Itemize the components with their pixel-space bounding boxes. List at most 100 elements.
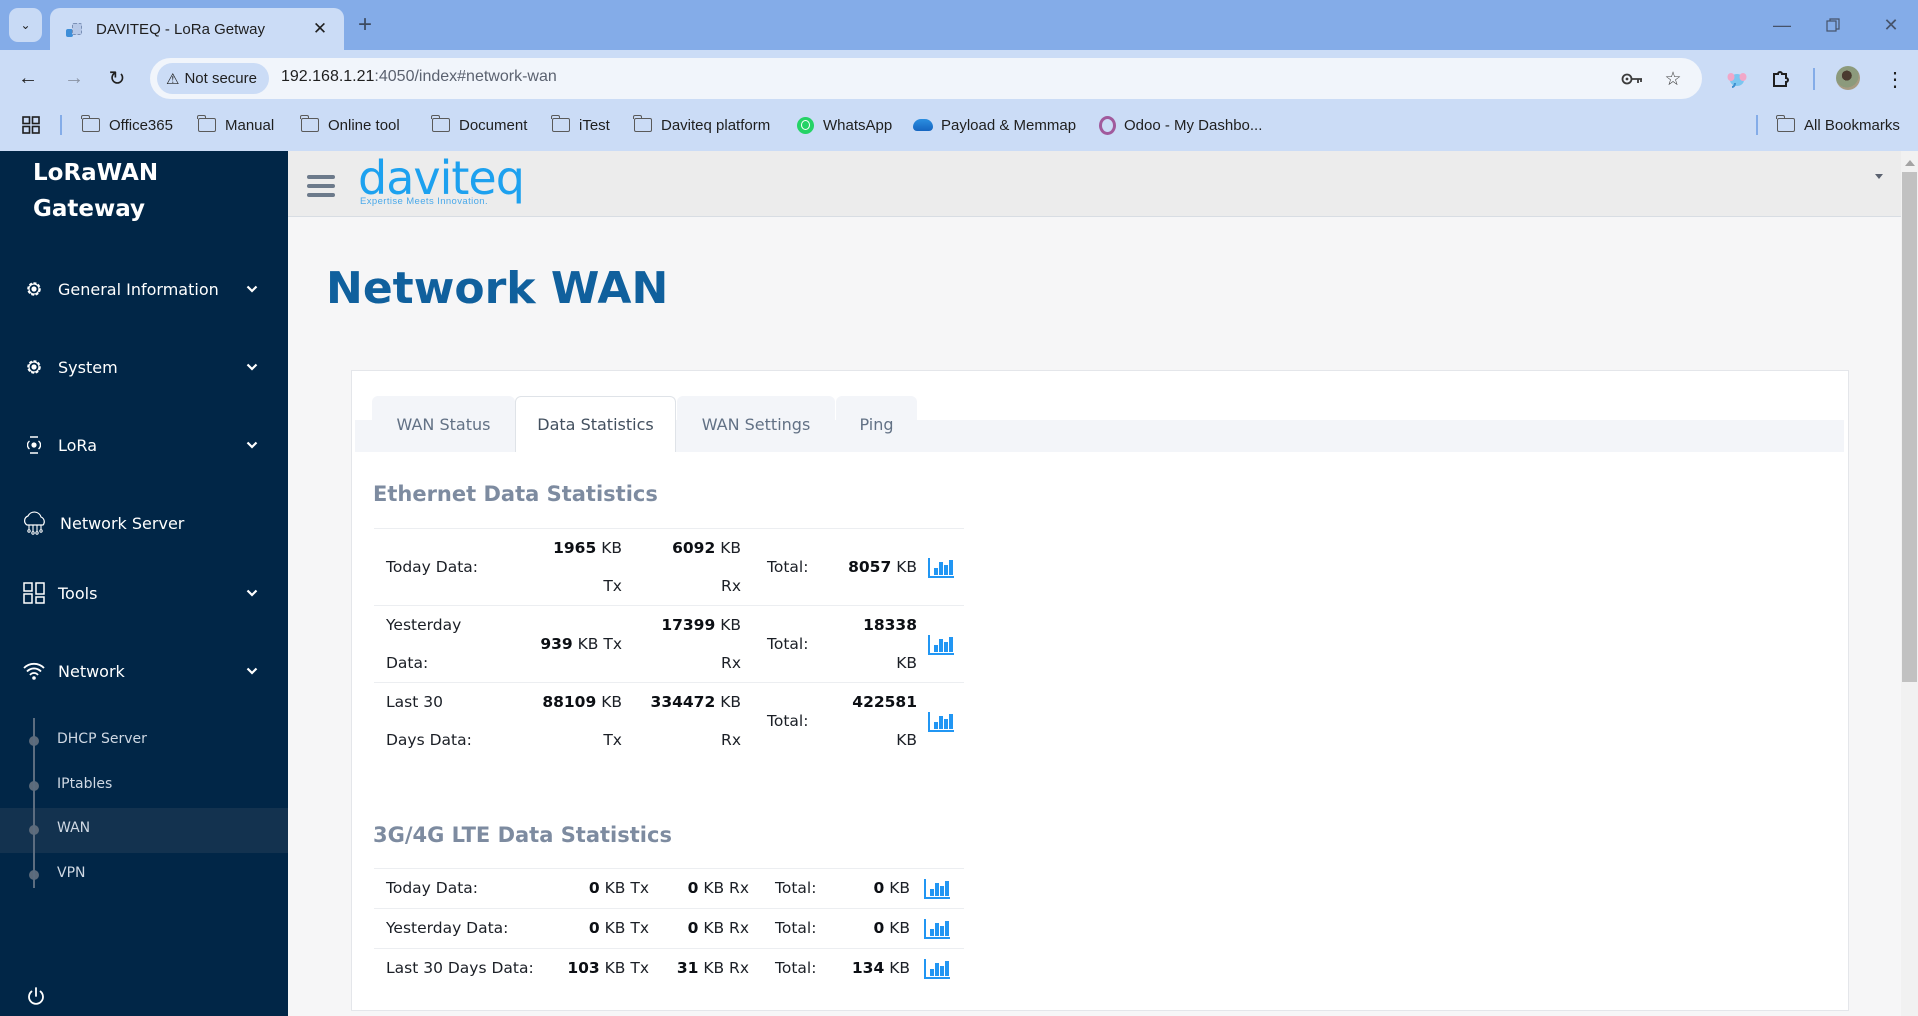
tx-value: 0 KB Tx [559,908,649,949]
chart-link[interactable] [910,908,964,949]
bookmark-star-icon[interactable]: ☆ [1660,66,1686,92]
sidebar-subitem-dhcp-server[interactable]: DHCP Server [0,719,288,764]
extension-elephant-icon[interactable] [1722,64,1752,94]
tab-label: Data Statistics [537,415,654,434]
subnav-label: VPN [57,865,86,881]
sidebar-item-network[interactable]: Network [0,648,288,694]
bar-chart-icon[interactable] [924,878,950,899]
sidebar-subitem-vpn[interactable]: VPN [0,853,288,898]
total-label: Total: [741,682,822,759]
total-label: Total: [741,528,822,606]
nav-label: LoRa [58,435,97,455]
rx-value: 31 KB Rx [649,948,749,988]
tab-title: DAVITEQ - LoRa Getway [96,20,265,38]
chart-link[interactable] [917,682,964,759]
sidebar-brand: LoRaWAN Gateway [33,155,158,227]
total-value: 0 KB [831,868,910,909]
chevron-down-icon [244,585,260,601]
subnav-tree-line [33,718,35,888]
toolbar-divider [1813,68,1815,90]
password-key-icon[interactable] [1619,66,1645,92]
bookmark-daviteq-platform[interactable]: Daviteq platform [633,114,771,136]
sidebar-item-tools[interactable]: Tools [0,570,288,616]
total-value: 134 KB [831,948,910,988]
profile-avatar[interactable] [1836,66,1860,90]
tab-search-button[interactable]: ⌄ [9,8,42,42]
chart-link[interactable] [910,948,964,988]
sidebar-item-network-server[interactable]: Network Server [0,500,288,546]
security-label: Not secure [184,70,257,87]
browser-tab-active[interactable]: DAVITEQ - LoRa Getway ✕ [50,8,344,50]
bookmark-label: Daviteq platform [661,116,771,134]
extensions-puzzle-icon[interactable] [1766,64,1796,94]
sidebar-item-general-information[interactable]: General Information [0,266,288,312]
scrollbar-thumb[interactable] [1902,172,1917,682]
restore-icon[interactable] [1818,10,1848,40]
bookmark-label: WhatsApp [823,116,893,134]
brand-line-2: Gateway [33,196,146,222]
cloud-network-icon [20,511,50,535]
power-icon[interactable] [24,984,48,1008]
folder-icon [197,115,216,132]
nav-label: Network [58,661,125,681]
tab-data-statistics[interactable]: Data Statistics [515,396,676,452]
tx-value: 0 KB Tx [559,868,649,909]
tab-wan-status[interactable]: WAN Status [372,396,515,452]
apps-grid-icon[interactable] [22,114,40,136]
nav-label: General Information [58,279,219,299]
bookmark-itest[interactable]: iTest [551,114,610,136]
scroll-up-arrow-icon[interactable] [1905,160,1915,166]
all-bookmarks[interactable]: All Bookmarks [1776,114,1900,136]
tab-label: WAN Status [396,414,491,434]
bar-chart-icon[interactable] [927,634,954,655]
folder-icon [81,115,100,132]
security-chip[interactable]: ⚠ Not secure [157,63,269,94]
sidebar-item-lora[interactable]: LoRa [0,422,288,468]
total-value: 0 KB [831,908,910,949]
close-window-icon[interactable]: ✕ [1876,10,1906,40]
subnav-label: WAN [57,820,91,836]
daviteq-logo: daviteq Expertise Meets Innovation. [358,152,525,207]
url-text[interactable]: 192.168.1.21:4050/index#network-wan [281,68,557,86]
tab-wan-settings[interactable]: WAN Settings [677,396,835,452]
row-label: Last 30 Days Data: [374,682,519,759]
bar-chart-icon[interactable] [927,557,954,578]
nav-label: System [58,357,118,377]
bar-chart-icon[interactable] [927,711,954,732]
back-arrow-icon[interactable]: ← [13,63,43,93]
row-label: Yesterday Data: [374,605,519,683]
bookmark-odoo[interactable]: Odoo - My Dashbo... [1099,114,1262,136]
url-host: 192.168.1.21 [281,68,375,85]
bookmark-whatsapp[interactable]: WhatsApp [797,114,892,136]
tab-label: Ping [859,414,894,434]
subnav-label: DHCP Server [57,731,147,747]
close-tab-icon[interactable]: ✕ [308,17,332,41]
user-dropdown-caret-icon[interactable] [1875,174,1883,179]
new-tab-button[interactable]: + [352,11,378,38]
bookmark-manual[interactable]: Manual [197,114,274,136]
bookmark-document[interactable]: Document [431,114,527,136]
tx-value: 939 KB Tx [519,605,622,683]
bookmark-office365[interactable]: Office365 [81,114,173,136]
brand-line-1: LoRaWAN [33,160,159,186]
chart-link[interactable] [917,605,964,683]
logo-tagline: Expertise Meets Innovation. [360,196,489,207]
bookmark-payload-memmap[interactable]: Payload & Memmap [913,114,1076,136]
hamburger-menu-icon[interactable] [307,175,335,197]
sidebar-subitem-wan[interactable]: WAN [0,808,288,853]
rx-value: 6092 KB Rx [622,528,741,606]
sidebar-item-system[interactable]: System [0,344,288,390]
chart-link[interactable] [910,868,964,909]
forward-arrow-icon[interactable]: → [59,63,89,93]
page-title: Network WAN [326,263,669,314]
chart-link[interactable] [917,528,964,606]
bookmark-online-tool[interactable]: Online tool [300,114,400,136]
minimize-icon[interactable]: — [1767,10,1797,40]
tab-ping[interactable]: Ping [836,396,917,452]
bar-chart-icon[interactable] [924,958,950,979]
more-vert-icon[interactable]: ⋮ [1880,64,1910,94]
sidebar-subitem-iptables[interactable]: IPtables [0,764,288,809]
bar-chart-icon[interactable] [924,918,950,939]
rx-value: 0 KB Rx [649,868,749,909]
reload-icon[interactable]: ↻ [102,63,132,93]
